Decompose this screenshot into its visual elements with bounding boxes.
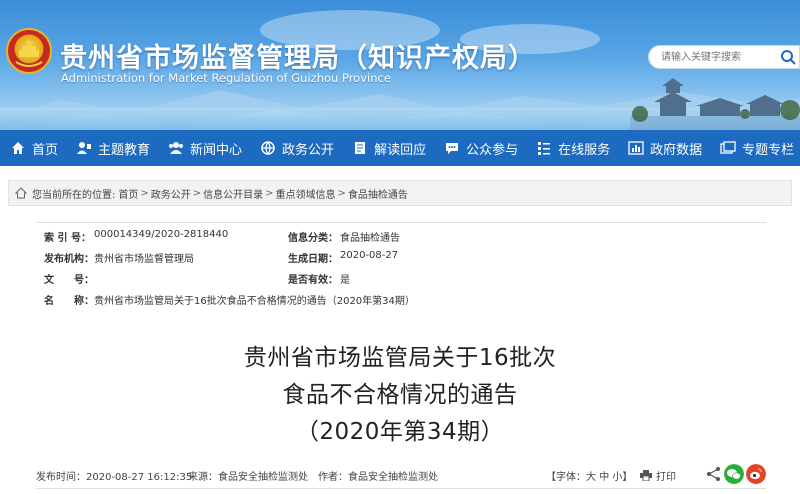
breadcrumb-separator: > bbox=[265, 187, 274, 199]
valid-value: 是 bbox=[340, 275, 350, 286]
info-row: 名 称： 贵州省市场监管局关于16批次食品不合格情况的通告（2020年第34期） bbox=[36, 292, 766, 310]
nav-item-label: 政务公开 bbox=[282, 142, 335, 158]
group-icon bbox=[169, 142, 184, 154]
publish-time: 发布时间：2020-08-27 16:12:35 bbox=[36, 472, 193, 483]
info-row: 索 引 号： 000014349/2020-2818440 信息分类： 食品抽检… bbox=[36, 229, 766, 247]
book-icon bbox=[355, 142, 366, 154]
nav-item-online-service[interactable]: 在线服务 bbox=[527, 130, 619, 166]
home-icon bbox=[12, 142, 24, 154]
nav-item-label: 专题专栏 bbox=[742, 142, 795, 158]
nav-item-gov-affairs[interactable]: 政务公开 bbox=[251, 130, 343, 166]
nav-item-public-participation[interactable]: 公众参与 bbox=[435, 130, 527, 166]
globe-icon bbox=[261, 141, 275, 156]
name-value: 贵州省市场监管局关于16批次食品不合格情况的通告（2020年第34期） bbox=[94, 296, 415, 307]
nav-item-gov-data[interactable]: 政府数据 bbox=[619, 130, 711, 166]
people-icon bbox=[77, 142, 92, 154]
nav-item-label: 新闻中心 bbox=[190, 142, 243, 158]
national-emblem: ★ bbox=[6, 28, 52, 74]
nav-item-label: 解读回应 bbox=[374, 142, 427, 158]
site-subtitle: Administration for Market Regulation of … bbox=[61, 71, 391, 85]
meta-divider bbox=[36, 488, 766, 489]
main-nav: 首页 主题教育 新闻中心 政务公开 解读回应 公众参与 在线服务 政府数据 专题… bbox=[0, 130, 800, 166]
location-home-icon bbox=[15, 187, 27, 199]
nav-item-label: 政府数据 bbox=[650, 142, 703, 158]
chart-icon bbox=[628, 141, 644, 155]
nav-item-theme-education[interactable]: 主题教育 bbox=[67, 130, 159, 166]
font-size-large[interactable]: 大 bbox=[586, 472, 596, 483]
info-row: 发布机构： 贵州省市场监督管理局 生成日期： 2020-08-27 bbox=[36, 250, 766, 268]
article-meta-bar: 发布时间：2020-08-27 16:12:35 来源：食品安全抽检监测处 作者… bbox=[36, 460, 766, 489]
search-icon[interactable] bbox=[777, 46, 799, 68]
breadcrumb-item-key-areas[interactable]: 重点领域信息 bbox=[276, 186, 336, 201]
publisher-label: 发布机构： bbox=[44, 254, 94, 265]
category-value: 食品抽检通告 bbox=[340, 233, 400, 244]
font-size-small[interactable]: 小 bbox=[612, 472, 622, 483]
breadcrumb-separator: > bbox=[192, 187, 202, 199]
name-label: 名 称： bbox=[44, 296, 94, 307]
document-info-table: 索 引 号： 000014349/2020-2818440 信息分类： 食品抽检… bbox=[36, 222, 766, 308]
nav-item-label: 主题教育 bbox=[98, 142, 151, 158]
list-icon bbox=[538, 142, 551, 155]
breadcrumb-separator: > bbox=[337, 187, 346, 199]
article-source: 来源：食品安全抽检监测处 bbox=[188, 472, 308, 483]
chat-icon bbox=[446, 143, 459, 154]
search-input[interactable] bbox=[661, 49, 781, 65]
printer-icon bbox=[640, 470, 652, 482]
info-row: 文 号： 是否有效： 是 bbox=[36, 271, 766, 289]
nav-item-home[interactable]: 首页 bbox=[0, 130, 67, 166]
breadcrumb-item-home[interactable]: 首页 bbox=[118, 186, 138, 201]
breadcrumb-prefix: 您当前所在的位置: bbox=[32, 189, 116, 201]
weibo-icon[interactable] bbox=[746, 464, 766, 484]
print-button[interactable]: 打印 bbox=[640, 468, 676, 483]
nav-item-label: 在线服务 bbox=[558, 142, 611, 158]
font-size-control: 【字体：大 中 小】 bbox=[546, 468, 632, 483]
font-size-suffix: 】 bbox=[622, 472, 633, 483]
nav-item-label: 首页 bbox=[32, 142, 59, 158]
print-label: 打印 bbox=[656, 472, 676, 483]
breadcrumb-item-gov-affairs[interactable]: 政务公开 bbox=[151, 186, 191, 201]
breadcrumb-item-info-catalog[interactable]: 信息公开目录 bbox=[203, 186, 263, 201]
docno-label: 文 号： bbox=[44, 275, 94, 286]
folder-icon bbox=[720, 141, 736, 154]
nav-item-news[interactable]: 新闻中心 bbox=[159, 130, 251, 166]
article-title-line-3: （2020年第34期） bbox=[295, 419, 505, 445]
nav-item-interpretation[interactable]: 解读回应 bbox=[343, 130, 435, 166]
font-size-medium[interactable]: 中 bbox=[599, 472, 609, 483]
index-label: 索 引 号： bbox=[44, 233, 91, 244]
breadcrumb-separator: > bbox=[140, 187, 149, 199]
publisher-value: 贵州省市场监督管理局 bbox=[94, 254, 194, 265]
breadcrumb: 您当前所在的位置: 首页 > 政务公开 > 信息公开目录 > 重点领域信息 > … bbox=[8, 180, 792, 206]
share-icon[interactable] bbox=[704, 464, 724, 484]
nav-item-special-topics[interactable]: 专题专栏 bbox=[711, 130, 800, 166]
date-label: 生成日期： bbox=[288, 254, 338, 265]
search-box[interactable] bbox=[648, 45, 800, 69]
date-value: 2020-08-27 bbox=[340, 250, 399, 261]
category-label: 信息分类： bbox=[288, 233, 338, 244]
pagoda-illustration bbox=[630, 78, 800, 130]
font-size-prefix: 【字体： bbox=[546, 472, 586, 483]
header-banner: ★ 贵州省市场监督管理局（知识产权局） Administration for M… bbox=[0, 0, 800, 130]
article-title-line-2: 食品不合格情况的通告 bbox=[282, 382, 518, 408]
wechat-icon[interactable] bbox=[724, 464, 744, 484]
valid-label: 是否有效： bbox=[288, 275, 338, 286]
article-author: 作者：食品安全抽检监测处 bbox=[318, 472, 438, 483]
index-value: 000014349/2020-2818440 bbox=[94, 229, 229, 240]
breadcrumb-item-food-inspection[interactable]: 食品抽检通告 bbox=[348, 186, 408, 201]
nav-item-label: 公众参与 bbox=[466, 142, 519, 158]
site-title: 贵州省市场监督管理局（知识产权局） bbox=[60, 43, 536, 74]
article-title-line-1: 贵州省市场监管局关于16批次 bbox=[243, 345, 557, 371]
